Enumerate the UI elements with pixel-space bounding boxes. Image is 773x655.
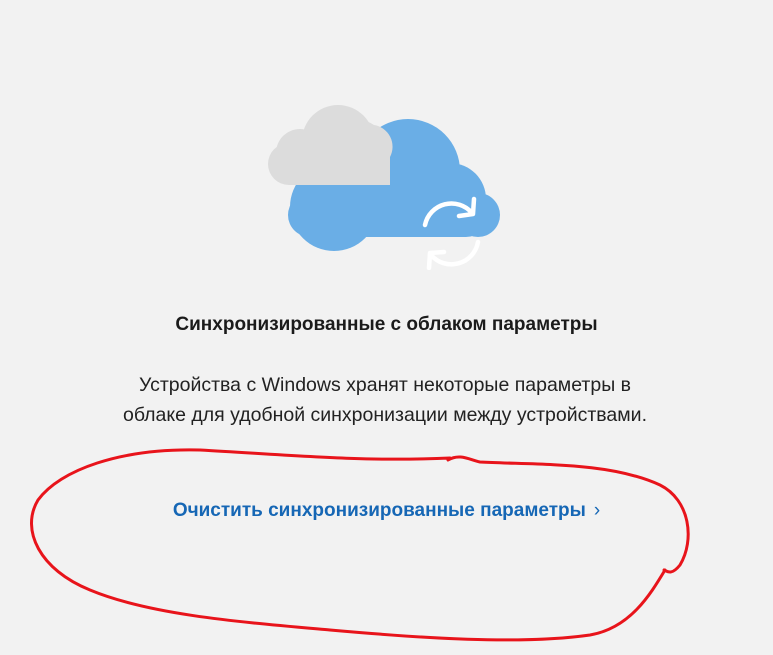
clear-synced-settings-link[interactable]: Очистить синхронизированные параметры › [0, 500, 773, 522]
section-description: Устройства с Windows хранят некоторые па… [60, 370, 710, 430]
section-title: Синхронизированные с облаком параметры [175, 314, 598, 335]
description-line-1: Устройства с Windows хранят некоторые па… [139, 374, 631, 396]
description-line-2: облаке для удобной синхронизации между у… [123, 404, 647, 426]
cloud-sync-illustration [268, 105, 500, 270]
chevron-right-icon: › [593, 500, 601, 521]
blue-cloud-icon [286, 119, 500, 251]
clear-synced-settings-label: Очистить синхронизированные параметры [172, 500, 586, 521]
